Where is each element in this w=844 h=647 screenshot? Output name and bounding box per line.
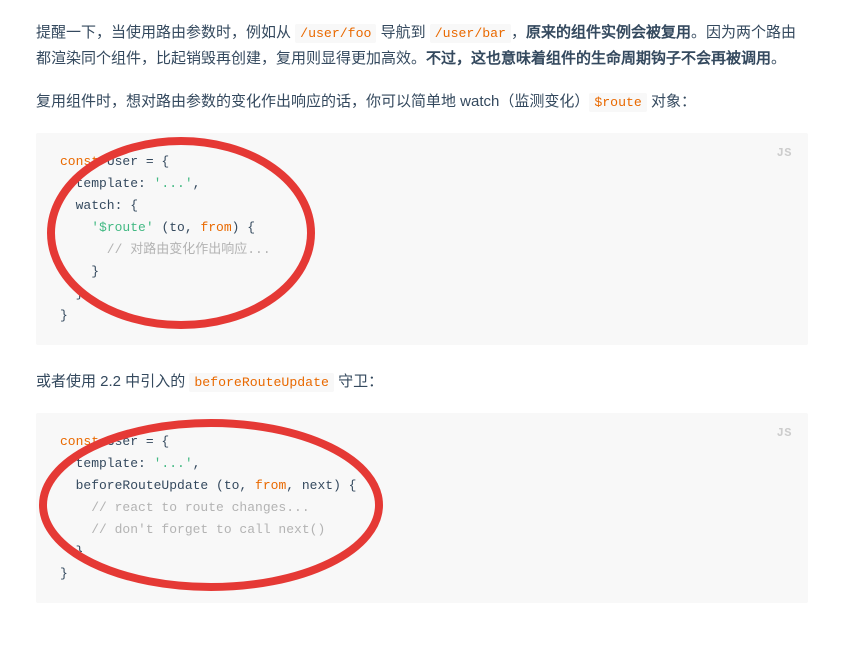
tok: (to, [154, 220, 201, 235]
text: ， [511, 24, 526, 41]
tok: watch: { [60, 198, 138, 213]
tok [60, 220, 91, 235]
language-badge: JS [777, 423, 792, 443]
paragraph-reuse-warning: 提醒一下，当使用路由参数时，例如从 /user/foo 导航到 /user/ba… [36, 20, 808, 71]
text: 。 [771, 50, 786, 67]
tok-keyword: from [255, 478, 286, 493]
tok-string: '...' [154, 176, 193, 191]
language-badge: JS [777, 143, 792, 163]
tok-comment: // don't forget to call next() [60, 522, 325, 537]
tok-string: '...' [154, 456, 193, 471]
tok: template: [60, 456, 154, 471]
code-block-watch-route: JS const User = { template: '...', watch… [36, 133, 808, 346]
tok: beforeRouteUpdate (to, [60, 478, 255, 493]
tok: template: [60, 176, 154, 191]
tok: } [60, 264, 99, 279]
inline-code-route-object: $route [589, 93, 646, 112]
text: 导航到 [376, 24, 429, 41]
code-content: const User = { template: '...', beforeRo… [60, 431, 784, 586]
tok-keyword: from [200, 220, 231, 235]
text: 守卫： [334, 373, 383, 390]
tok-keyword: const [60, 434, 99, 449]
tok: } [60, 544, 83, 559]
document-page: 提醒一下，当使用路由参数时，例如从 /user/foo 导航到 /user/ba… [0, 0, 844, 647]
tok: , [193, 456, 201, 471]
tok: , next) { [286, 478, 356, 493]
tok: , [193, 176, 201, 191]
tok: ) { [232, 220, 255, 235]
tok-comment: // react to route changes... [60, 500, 310, 515]
tok: User = { [99, 154, 169, 169]
tok-string: '$route' [91, 220, 153, 235]
tok: } [60, 566, 68, 581]
text: 复用组件时，想对路由参数的变化作出响应的话，你可以简单地 watch（监测变化） [36, 93, 589, 110]
text: 或者使用 2.2 中引入的 [36, 373, 189, 390]
tok: User = { [99, 434, 169, 449]
text: 提醒一下，当使用路由参数时，例如从 [36, 24, 295, 41]
tok-comment: // 对路由变化作出响应... [60, 242, 271, 257]
emphasis-lifecycle-not-called: 不过，这也意味着组件的生命周期钩子不会再被调用 [426, 50, 771, 67]
tok: } [60, 286, 83, 301]
text: 对象： [647, 93, 696, 110]
inline-code-user-foo: /user/foo [295, 24, 376, 43]
tok-keyword: const [60, 154, 99, 169]
inline-code-before-route-update: beforeRouteUpdate [189, 373, 334, 392]
paragraph-watch-route: 复用组件时，想对路由参数的变化作出响应的话，你可以简单地 watch（监测变化）… [36, 89, 808, 115]
code-content: const User = { template: '...', watch: {… [60, 151, 784, 328]
inline-code-user-bar: /user/bar [430, 24, 511, 43]
paragraph-before-route-update: 或者使用 2.2 中引入的 beforeRouteUpdate 守卫： [36, 369, 808, 395]
tok: } [60, 308, 68, 323]
code-block-before-route-update: JS const User = { template: '...', befor… [36, 413, 808, 604]
emphasis-component-reused: 原来的组件实例会被复用 [526, 24, 691, 41]
